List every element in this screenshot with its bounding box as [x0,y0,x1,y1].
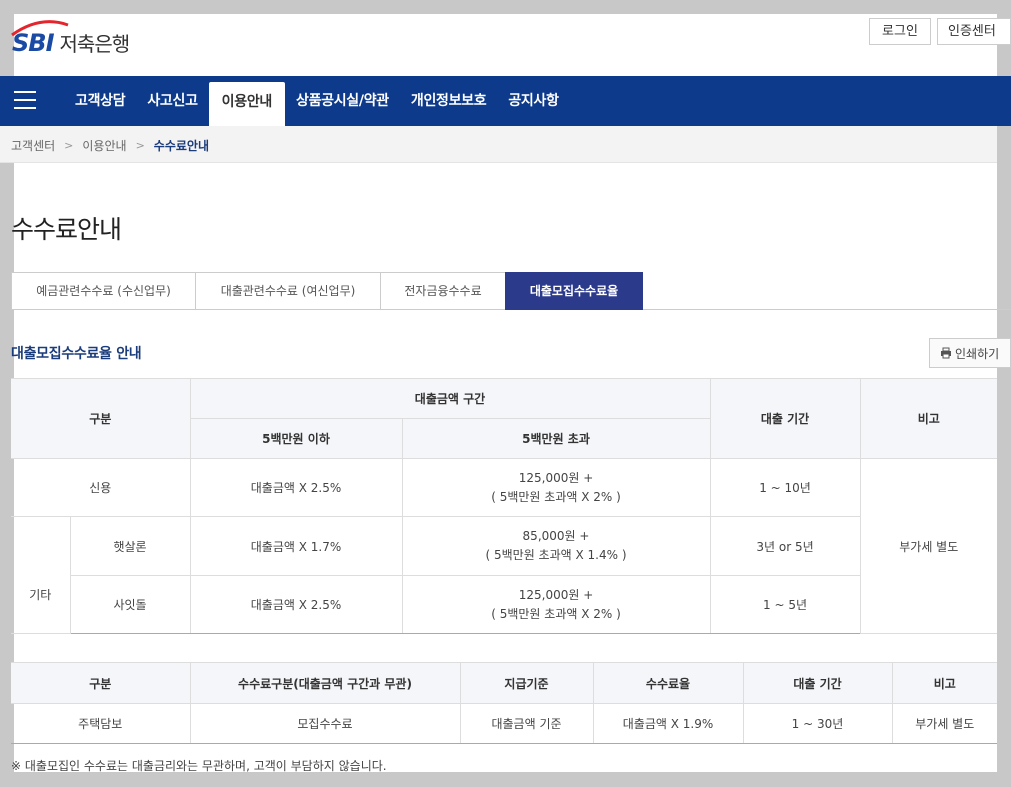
chevron-right-icon: > [135,139,145,152]
print-label: 인쇄하기 [955,346,1000,361]
nav-item-privacy[interactable]: 개인정보보호 [400,76,497,126]
main-navigation: 고객상담 사고신고 이용안내 상품공시실/약관 개인정보보호 공지사항 [0,76,1011,126]
tab-e-banking-fees[interactable]: 전자금융수수료 [380,272,505,310]
cell-period: 1 ~ 10년 [709,458,861,517]
cell-fee-type: 모집수수료 [189,703,461,744]
cell-payment-basis: 대출금액 기준 [459,703,594,744]
site-header: SBI 저축은행 로그인 인증센터 [0,14,1011,76]
cell-over-line1: 125,000원 + [518,587,594,602]
sbi-logo[interactable]: SBI 저축은행 [11,19,130,57]
cell-over: 85,000원 + ( 5백만원 초과액 X 1.4% ) [401,516,711,576]
header-period: 대출 기간 [742,662,893,704]
cell-under: 대출금액 X 1.7% [189,516,403,576]
table-row: 신용 대출금액 X 2.5% 125,000원 + ( 5백만원 초과액 X 2… [11,458,998,634]
cell-over-line2: ( 5백만원 초과액 X 2% ) [491,489,621,504]
table-header-row: 구분 수수료구분(대출금액 구간과 무관) 지급기준 수수료율 대출 기간 비고 [11,662,997,704]
print-button[interactable]: 인쇄하기 [929,338,1011,368]
footnote: ※ 대출모집인 수수료는 대출금리와는 무관하며, 고객이 부담하지 않습니다. [11,759,387,773]
section-title: 대출모집수수료율 안내 [11,346,142,362]
login-button[interactable]: 로그인 [869,18,931,45]
table-row: 주택담보 모집수수료 대출금액 기준 대출금액 X 1.9% 1 ~ 30년 부… [11,703,997,744]
breadcrumb-item-usage-guide[interactable]: 이용안내 [82,137,126,154]
cell-period: 3년 or 5년 [709,516,861,576]
chevron-right-icon: > [64,139,74,152]
header-fee-rate: 수수료율 [592,662,744,704]
breadcrumb-item-customer-center[interactable]: 고객센터 [11,137,55,154]
top-utility-buttons: 로그인 인증센터 [869,18,1011,45]
cell-over: 125,000원 + ( 5백만원 초과액 X 2% ) [401,458,711,517]
header-period: 대출 기간 [709,378,861,459]
table-row: 사잇돌 대출금액 X 2.5% 125,000원 + ( 5백만원 초과액 X … [11,575,997,634]
nav-item-consultation[interactable]: 고객상담 [64,76,136,126]
logo-swoosh-icon [11,19,69,36]
nav-item-usage-guide[interactable]: 이용안내 [208,82,285,126]
mortgage-fee-table: 구분 수수료구분(대출금액 구간과 무관) 지급기준 수수료율 대출 기간 비고… [11,662,997,744]
printer-icon [941,347,951,359]
logo-brand: SBI [11,19,69,57]
table-header-row: 구분 대출금액 구간 대출 기간 비고 [11,378,998,459]
nav-item-product-disclosure[interactable]: 상품공시실/약관 [285,76,400,126]
header-fee-type: 수수료구분(대출금액 구간과 무관) [189,662,461,704]
gnb-menu: 고객상담 사고신고 이용안내 상품공시실/약관 개인정보보호 공지사항 [64,76,570,126]
cell-note-vat: 부가세 별도 [859,458,998,634]
tab-deposit-fees[interactable]: 예금관련수수료 (수신업무) [11,272,195,310]
cell-over-line1: 125,000원 + [518,470,594,485]
header-note: 비고 [891,662,997,704]
row-name-sunshine-loan: 햇살론 [69,516,191,576]
hamburger-menu-icon[interactable] [14,91,36,111]
cell-under: 대출금액 X 2.5% [189,458,403,517]
tab-loan-solicitation-fees[interactable]: 대출모집수수료율 [505,272,643,310]
cell-under: 대출금액 X 2.5% [189,575,403,634]
table-row: 기타 햇살론 대출금액 X 1.7% 85,000원 + ( 5백만원 초과액 … [11,516,997,634]
breadcrumb-bar: 고객센터 > 이용안내 > 수수료안내 [0,126,997,163]
cell-fee-rate: 대출금액 X 1.9% [592,703,744,744]
fee-tabs: 예금관련수수료 (수신업무) 대출관련수수료 (여신업무) 전자금융수수료 대출… [11,272,1011,310]
cell-over-line2: ( 5백만원 초과액 X 1.4% ) [485,548,627,562]
cell-over-line1: 85,000원 + [522,529,590,543]
header-amount-range: 대출금액 구간 [189,378,711,419]
header-payment-basis: 지급기준 [459,662,594,704]
page: SBI 저축은행 로그인 인증센터 고객상담 사고신고 이용안내 상품공시실/약… [0,0,1011,787]
row-group-other: 기타 [11,516,71,634]
cell-over: 125,000원 + ( 5백만원 초과액 X 2% ) [401,575,711,634]
row-name-credit: 신용 [11,458,191,517]
cell-period: 1 ~ 30년 [742,703,893,744]
breadcrumb: 고객센터 > 이용안내 > 수수료안내 [11,137,209,154]
header-over-5m: 5백만원 초과 [401,418,711,459]
loan-solicitation-fee-table: 구분 대출금액 구간 대출 기간 비고 5백만원 이하 5백만원 초과 신용 대… [11,378,998,634]
tab-loan-fees[interactable]: 대출관련수수료 (여신업무) [195,272,380,310]
header-under-5m: 5백만원 이하 [190,418,403,459]
cell-category: 주택담보 [11,703,191,744]
page-title: 수수료안내 [11,215,122,244]
breadcrumb-item-current: 수수료안내 [153,139,209,153]
nav-item-incident-report[interactable]: 사고신고 [136,76,208,126]
cell-note: 부가세 별도 [891,703,997,744]
header-category: 구분 [11,662,191,704]
cell-period: 1 ~ 5년 [709,575,861,634]
cert-center-button[interactable]: 인증센터 [937,18,1011,45]
cell-over-line2: ( 5백만원 초과액 X 2% ) [491,606,621,621]
row-name-saitdol: 사잇돌 [70,575,191,634]
header-note: 비고 [859,378,998,459]
header-category: 구분 [11,378,191,459]
nav-item-notices[interactable]: 공지사항 [497,76,569,126]
